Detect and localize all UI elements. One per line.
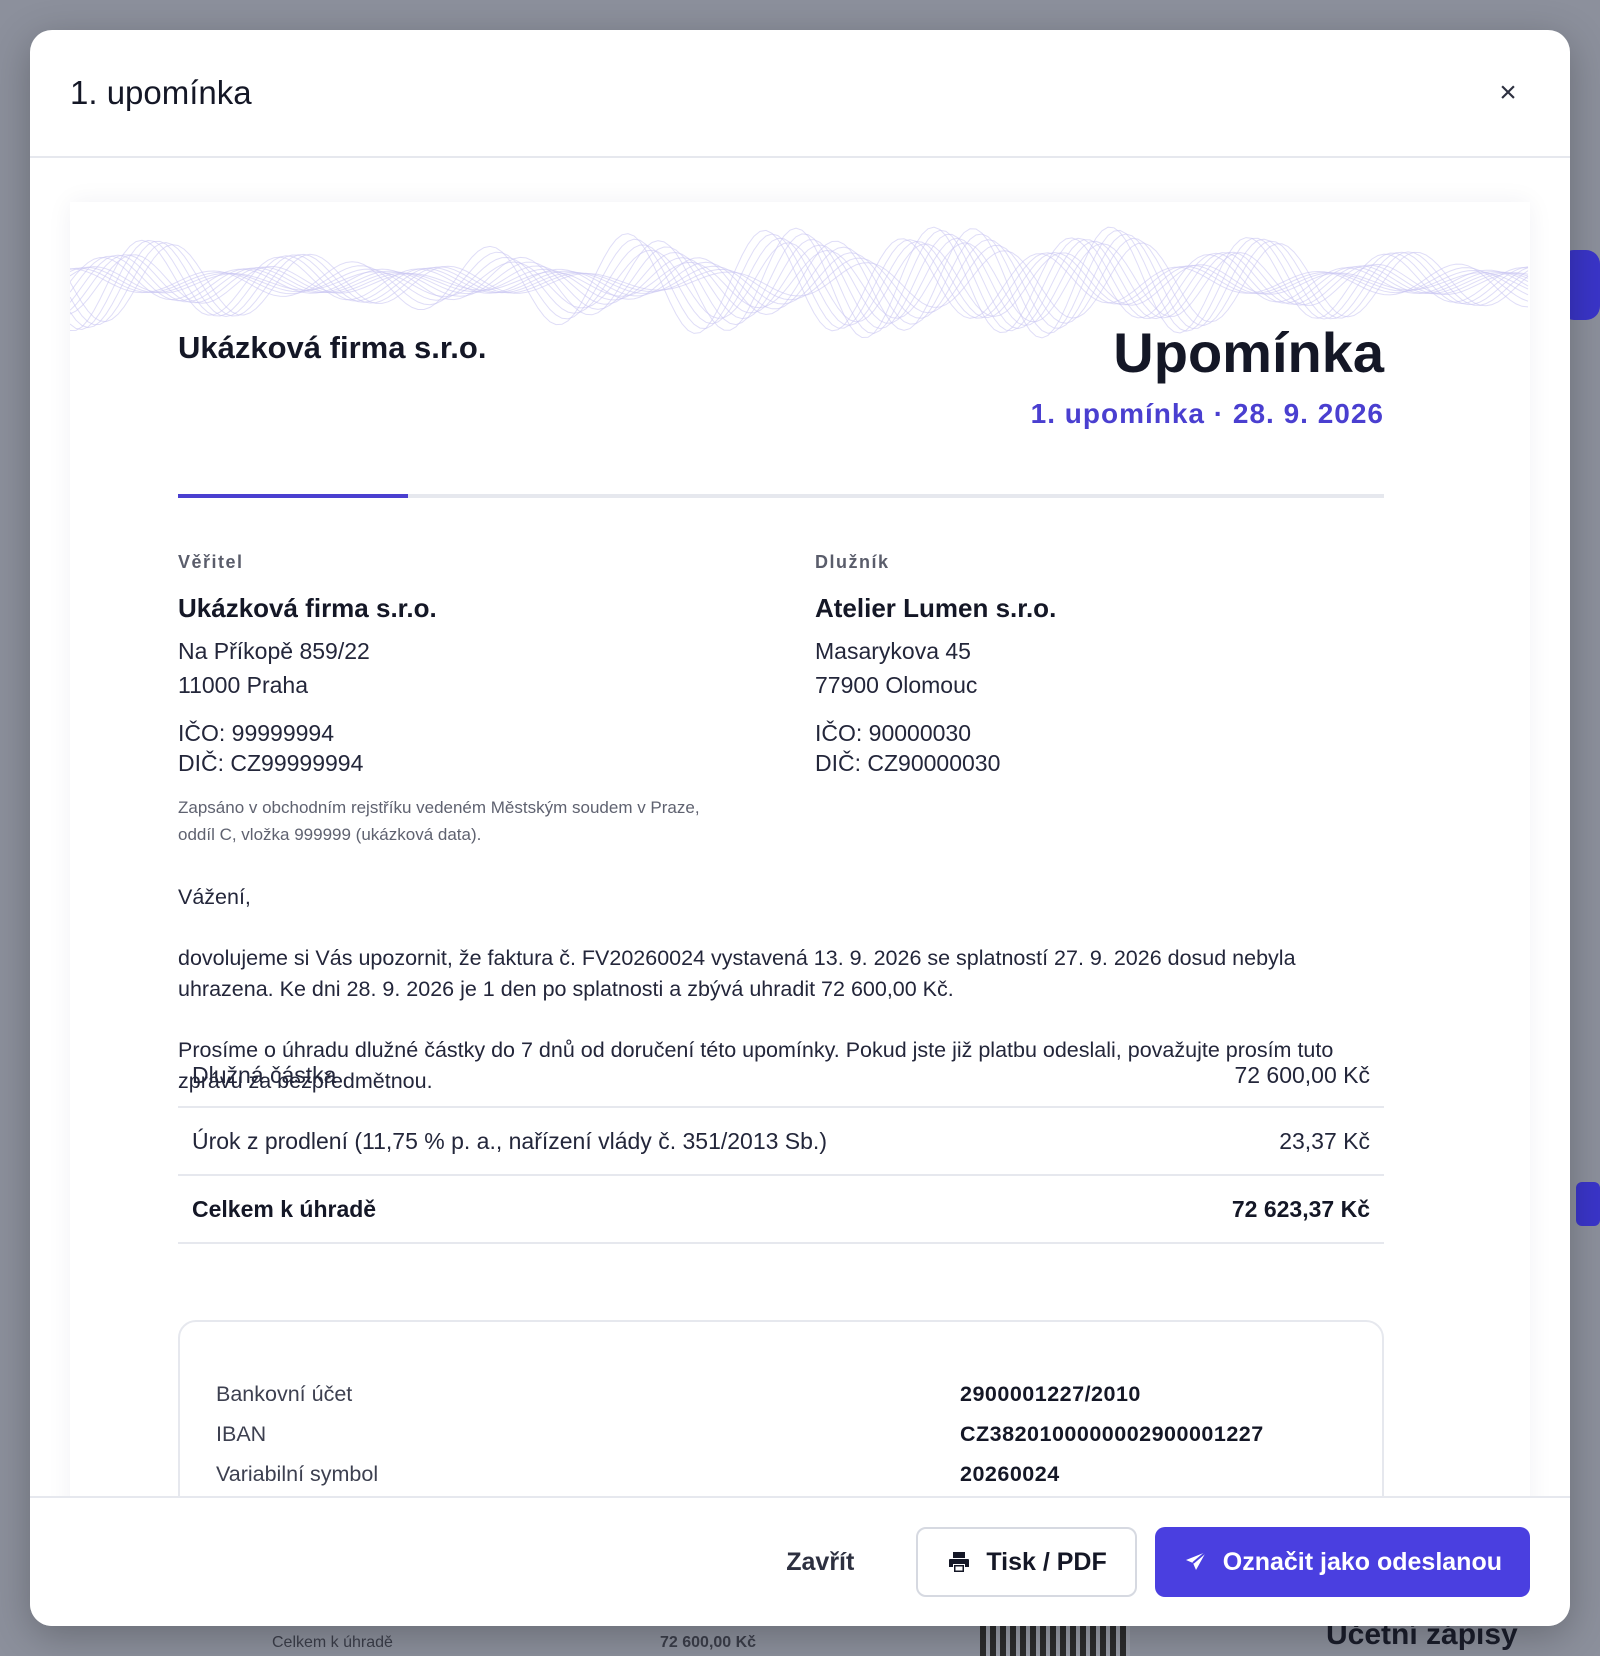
background-total-value: 72 600,00 Kč <box>660 1634 757 1651</box>
bank-details: Bankovní účet 2900001227/2010 IBAN CZ382… <box>178 1320 1384 1496</box>
summary-value: 23,37 Kč <box>1279 1127 1370 1154</box>
debtor-name: Atelier Lumen s.r.o. <box>815 593 1057 623</box>
printer-icon <box>946 1549 972 1575</box>
creditor-label: Věřitel <box>178 552 244 572</box>
creditor-city: 11000 Praha <box>178 672 309 698</box>
debtor-street: Masarykova 45 <box>815 638 971 664</box>
debtor-block: Dlužník Atelier Lumen s.r.o. Masarykova … <box>815 552 1375 776</box>
summary-value: 72 600,00 Kč <box>1234 1062 1370 1088</box>
amount-summary: Dlužná částka 72 600,00 Kč Úrok z prodle… <box>178 1062 1384 1244</box>
bank-value: CZ3820100000002900001227 <box>960 1421 1264 1446</box>
bank-row-iban: IBAN CZ3820100000002900001227 <box>216 1414 1346 1454</box>
background-qr-code <box>980 1626 1130 1656</box>
guilloche-line <box>70 229 1529 334</box>
document-title: Upomínka <box>1113 321 1384 384</box>
bank-label: IBAN <box>216 1421 267 1446</box>
bank-row-account: Bankovní účet 2900001227/2010 <box>216 1374 1346 1414</box>
creditor-ico: IČO: 99999994 <box>178 720 335 746</box>
divider-accent <box>178 494 408 498</box>
summary-value: 72 623,37 Kč <box>1231 1195 1370 1222</box>
letter-greeting: Vážení, <box>178 885 251 909</box>
debtor-ico: IČO: 90000030 <box>815 720 972 746</box>
bank-label: Bankovní účet <box>216 1381 353 1406</box>
debtor-label: Dlužník <box>815 552 890 572</box>
creditor-name: Ukázková firma s.r.o. <box>178 593 437 623</box>
creditor-dic: DIČ: CZ99999994 <box>178 750 364 776</box>
modal-header: 1. upomínka × <box>30 30 1570 158</box>
bank-value: 20260024 <box>960 1461 1060 1486</box>
summary-row-debt: Dlužná částka 72 600,00 Kč <box>178 1062 1384 1108</box>
summary-row-interest: Úrok z prodlení (11,75 % p. a., nařízení… <box>178 1108 1384 1176</box>
print-pdf-label: Tisk / PDF <box>986 1547 1107 1576</box>
summary-label: Celkem k úhradě <box>192 1195 377 1222</box>
summary-label: Úrok z prodlení (11,75 % p. a., nařízení… <box>192 1127 827 1154</box>
reminder-modal: 1. upomínka × Ukázková firma s.r.o. Upom… <box>30 30 1570 1626</box>
close-icon: × <box>1499 76 1517 109</box>
paper-plane-icon <box>1183 1549 1209 1575</box>
document-company: Ukázková firma s.r.o. <box>178 330 487 365</box>
close-text-button[interactable]: Zavřít <box>742 1548 898 1577</box>
bank-label: Variabilní symbol <box>216 1461 379 1486</box>
modal-title: 1. upomínka <box>70 74 252 111</box>
close-button[interactable]: × <box>1488 73 1528 113</box>
creditor-block: Věřitel Ukázková firma s.r.o. Na Příkopě… <box>178 552 738 848</box>
letter-paragraph-1: dovolujeme si Vás upozornit, že faktura … <box>178 946 1296 1001</box>
creditor-registry-note: Zapsáno v obchodním rejstříku vedeném Mě… <box>178 798 700 844</box>
background-total-label: Celkem k úhradě <box>272 1634 393 1651</box>
print-pdf-button[interactable]: Tisk / PDF <box>916 1527 1137 1597</box>
mark-as-sent-button[interactable]: Označit jako odeslanou <box>1154 1527 1530 1597</box>
debtor-city: 77900 Olomouc <box>815 672 978 698</box>
summary-row-total: Celkem k úhradě 72 623,37 Kč <box>178 1176 1384 1244</box>
creditor-street: Na Příkopě 859/22 <box>178 638 370 664</box>
bank-row-variable-symbol: Variabilní symbol 20260024 <box>216 1454 1346 1494</box>
modal-footer: Zavřít Tisk / PDF Označit jako odeslanou <box>30 1496 1570 1626</box>
bank-value: 2900001227/2010 <box>960 1381 1141 1406</box>
reminder-document: Ukázková firma s.r.o. Upomínka 1. upomín… <box>70 202 1530 1496</box>
mark-as-sent-label: Označit jako odeslanou <box>1222 1547 1502 1576</box>
document-subtitle: 1. upomínka · 28. 9. 2026 <box>1030 398 1384 429</box>
background-upload-icon <box>1576 1182 1600 1226</box>
summary-label: Dlužná částka <box>192 1062 337 1088</box>
modal-body[interactable]: Ukázková firma s.r.o. Upomínka 1. upomín… <box>30 160 1570 1496</box>
debtor-dic: DIČ: CZ90000030 <box>815 750 1001 776</box>
